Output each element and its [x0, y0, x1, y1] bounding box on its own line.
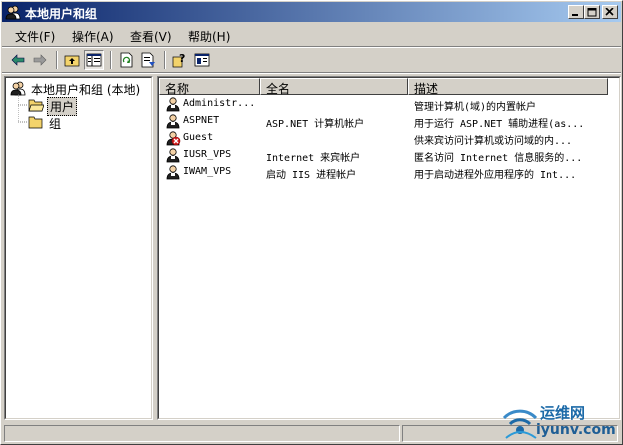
up-folder-icon	[64, 55, 80, 67]
toolbar-separator	[56, 51, 58, 69]
menu-file[interactable]: 文件(F)	[15, 28, 55, 45]
table-row[interactable]: IUSR_VPS Internet 来宾帐户 匿名访问 Internet 信息服务的…	[161, 147, 607, 164]
close-icon	[605, 8, 614, 16]
tree-root-label: 本地用户和组 (本地)	[31, 83, 141, 97]
user-icon	[165, 164, 181, 180]
column-header-name[interactable]: 名称	[159, 78, 260, 96]
properties-icon	[194, 53, 210, 67]
cell-fullname: ASP.NET 计算机帐户	[266, 119, 365, 130]
cell-name: Administr...	[183, 98, 256, 109]
forward-arrow-icon	[33, 54, 47, 66]
window: 本地用户和组 文件(F) 操作(A) 查看(V) 帮助(H) ? 本地用户和组 …	[0, 0, 623, 445]
table-row[interactable]: Administr... 管理计算机(域)的内置帐户	[161, 96, 607, 113]
show-hide-tree-button[interactable]	[84, 50, 104, 70]
watermark-text-url: iyunv.com	[536, 422, 616, 438]
status-panel-main	[4, 425, 400, 442]
column-header-fullname[interactable]: 全名	[260, 78, 408, 96]
export-list-button[interactable]	[138, 50, 158, 70]
cell-name: ASPNET	[183, 115, 220, 126]
table-row[interactable]: ASPNET ASP.NET 计算机帐户 用于运行 ASP.NET 辅助进程(as.…	[161, 113, 607, 130]
toolbar-separator	[110, 51, 112, 69]
tree-pane[interactable]: 本地用户和组 (本地) 用户 组	[4, 76, 153, 420]
watermark-text-cn: 运维网	[540, 404, 586, 422]
cell-fullname: 启动 IIS 进程帐户	[266, 170, 357, 181]
window-title: 本地用户和组	[25, 7, 98, 21]
svg-text:?: ?	[179, 52, 185, 65]
export-list-icon	[141, 52, 155, 68]
disabled-user-icon	[165, 130, 181, 146]
title-bar[interactable]: 本地用户和组	[2, 2, 621, 22]
cell-name: IUSR_VPS	[183, 149, 232, 160]
cell-name: Guest	[183, 132, 214, 143]
close-button[interactable]	[602, 5, 618, 19]
help-button[interactable]: ?	[170, 50, 190, 70]
list-pane[interactable]: 名称 全名 描述 Administr... 管理计算机(域)的内置帐户 ASPNET…	[157, 76, 621, 420]
show-tree-icon	[86, 53, 102, 67]
toolbar-bottom-separator	[2, 72, 621, 74]
toolbar: ?	[2, 48, 621, 72]
back-arrow-icon	[11, 54, 25, 66]
menu-bar: 文件(F) 操作(A) 查看(V) 帮助(H)	[2, 24, 621, 46]
cell-description: 匿名访问 Internet 信息服务的...	[414, 153, 583, 164]
tree-item-users-label: 用户	[47, 97, 78, 116]
users-app-icon[interactable]	[5, 4, 21, 20]
maximize-button[interactable]	[584, 5, 600, 19]
watermark-logo: 运维网 iyunv.com	[500, 400, 618, 442]
cell-name: IWAM_VPS	[183, 166, 232, 177]
help-icon: ?	[172, 52, 185, 68]
cell-description: 供来宾访问计算机或访问域的内...	[414, 136, 573, 147]
up-one-level-button[interactable]	[62, 50, 82, 70]
properties-button[interactable]	[192, 50, 212, 70]
minimize-button[interactable]	[568, 5, 584, 19]
cell-description: 用于运行 ASP.NET 辅助进程(as...	[414, 119, 585, 130]
user-icon	[165, 147, 181, 163]
tree-connector-lines	[18, 94, 28, 123]
toolbar-separator	[164, 51, 166, 69]
menu-action[interactable]: 操作(A)	[72, 28, 114, 45]
refresh-icon	[120, 52, 133, 68]
cell-description: 用于启动进程外应用程序的 Int...	[414, 170, 577, 181]
table-row[interactable]: IWAM_VPS 启动 IIS 进程帐户 用于启动进程外应用程序的 Int...	[161, 164, 607, 181]
folder-icon	[28, 114, 44, 130]
back-button[interactable]	[8, 50, 28, 70]
wifi-signal-icon	[502, 409, 538, 439]
menu-view[interactable]: 查看(V)	[130, 28, 172, 45]
menu-help[interactable]: 帮助(H)	[188, 28, 230, 45]
maximize-icon	[587, 8, 597, 17]
column-header-description[interactable]: 描述	[408, 78, 608, 96]
tree-item-groups-label: 组	[49, 117, 62, 131]
user-icon	[165, 96, 181, 112]
minimize-icon	[572, 14, 578, 16]
open-folder-icon	[28, 97, 45, 113]
cell-fullname: Internet 来宾帐户	[266, 153, 361, 164]
table-row[interactable]: Guest 供来宾访问计算机或访问域的内...	[161, 130, 607, 147]
user-icon	[165, 113, 181, 129]
forward-button[interactable]	[30, 50, 50, 70]
cell-description: 管理计算机(域)的内置帐户	[414, 102, 537, 113]
refresh-button[interactable]	[116, 50, 136, 70]
